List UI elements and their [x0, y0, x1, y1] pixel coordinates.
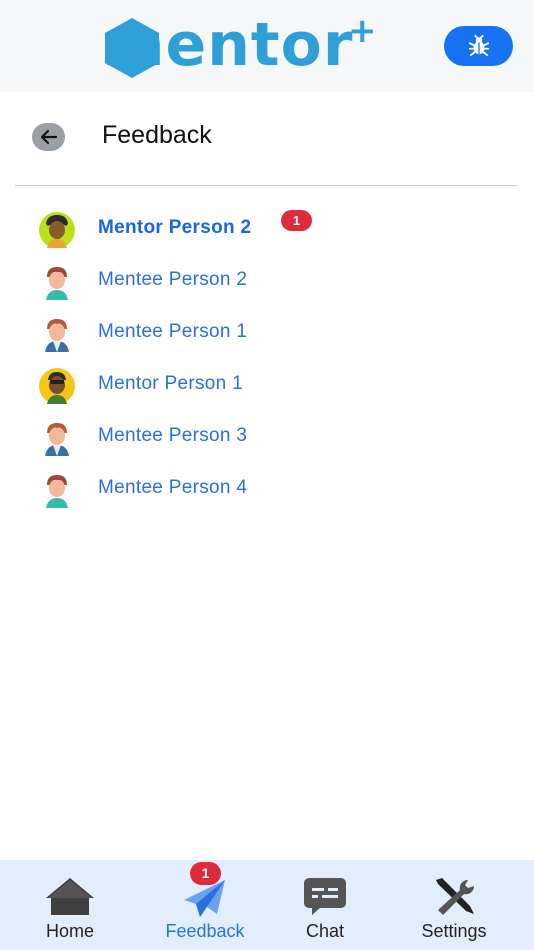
mentor-avatar-green-icon [39, 212, 75, 248]
contact-name: Mentee Person 2 [98, 269, 248, 290]
app-header: mentor + [0, 0, 534, 92]
divider [15, 185, 518, 186]
nav-label: Chat [305, 921, 345, 941]
list-item[interactable]: Mentee Person 3 [0, 410, 534, 462]
feedback-list: Mentor Person 2 1 Mentee Person 2 Mentee… [0, 202, 534, 514]
list-item[interactable]: Mentee Person 2 [0, 254, 534, 306]
tools-icon [436, 878, 475, 915]
contact-name: Mentor Person 1 [98, 373, 243, 394]
back-button[interactable] [32, 123, 65, 151]
mentor-avatar-yellow-icon [39, 368, 75, 404]
mentee-avatar-jacket-icon [45, 423, 69, 456]
nav-label: Settings [421, 921, 487, 941]
bug-icon [468, 35, 489, 57]
contact-name: Mentee Person 4 [98, 477, 248, 498]
nav-chat[interactable]: Chat [285, 860, 365, 950]
arrow-left-icon [40, 129, 57, 145]
contact-name: Mentor Person 2 [98, 217, 252, 238]
home-icon [46, 878, 94, 915]
bottom-nav: Home 1 Feedback Chat Settings [0, 860, 534, 950]
list-item[interactable]: Mentor Person 2 1 [0, 202, 534, 254]
chat-icon [304, 878, 346, 915]
nav-label: Feedback [165, 921, 245, 941]
list-item[interactable]: Mentee Person 4 [0, 462, 534, 514]
report-bug-button[interactable] [444, 26, 513, 66]
mentee-avatar-icon [46, 475, 68, 508]
nav-feedback[interactable]: 1 Feedback [150, 860, 260, 950]
contact-name: Mentee Person 3 [98, 425, 248, 446]
logo-plus: + [348, 11, 377, 51]
list-item[interactable]: Mentor Person 1 [0, 358, 534, 410]
page-title: Feedback [102, 121, 212, 149]
mentor-logo: mentor + [102, 10, 377, 80]
unread-badge: 1 [281, 210, 312, 231]
logo-text: mentor [102, 10, 354, 80]
nav-settings[interactable]: Settings [404, 860, 504, 950]
list-item[interactable]: Mentee Person 1 [0, 306, 534, 358]
mentee-avatar-icon [46, 267, 68, 300]
contact-name: Mentee Person 1 [98, 321, 248, 342]
nav-unread-badge: 1 [190, 862, 221, 885]
mentee-avatar-jacket-icon [45, 319, 69, 352]
nav-home[interactable]: Home [20, 860, 120, 950]
nav-label: Home [45, 921, 94, 941]
